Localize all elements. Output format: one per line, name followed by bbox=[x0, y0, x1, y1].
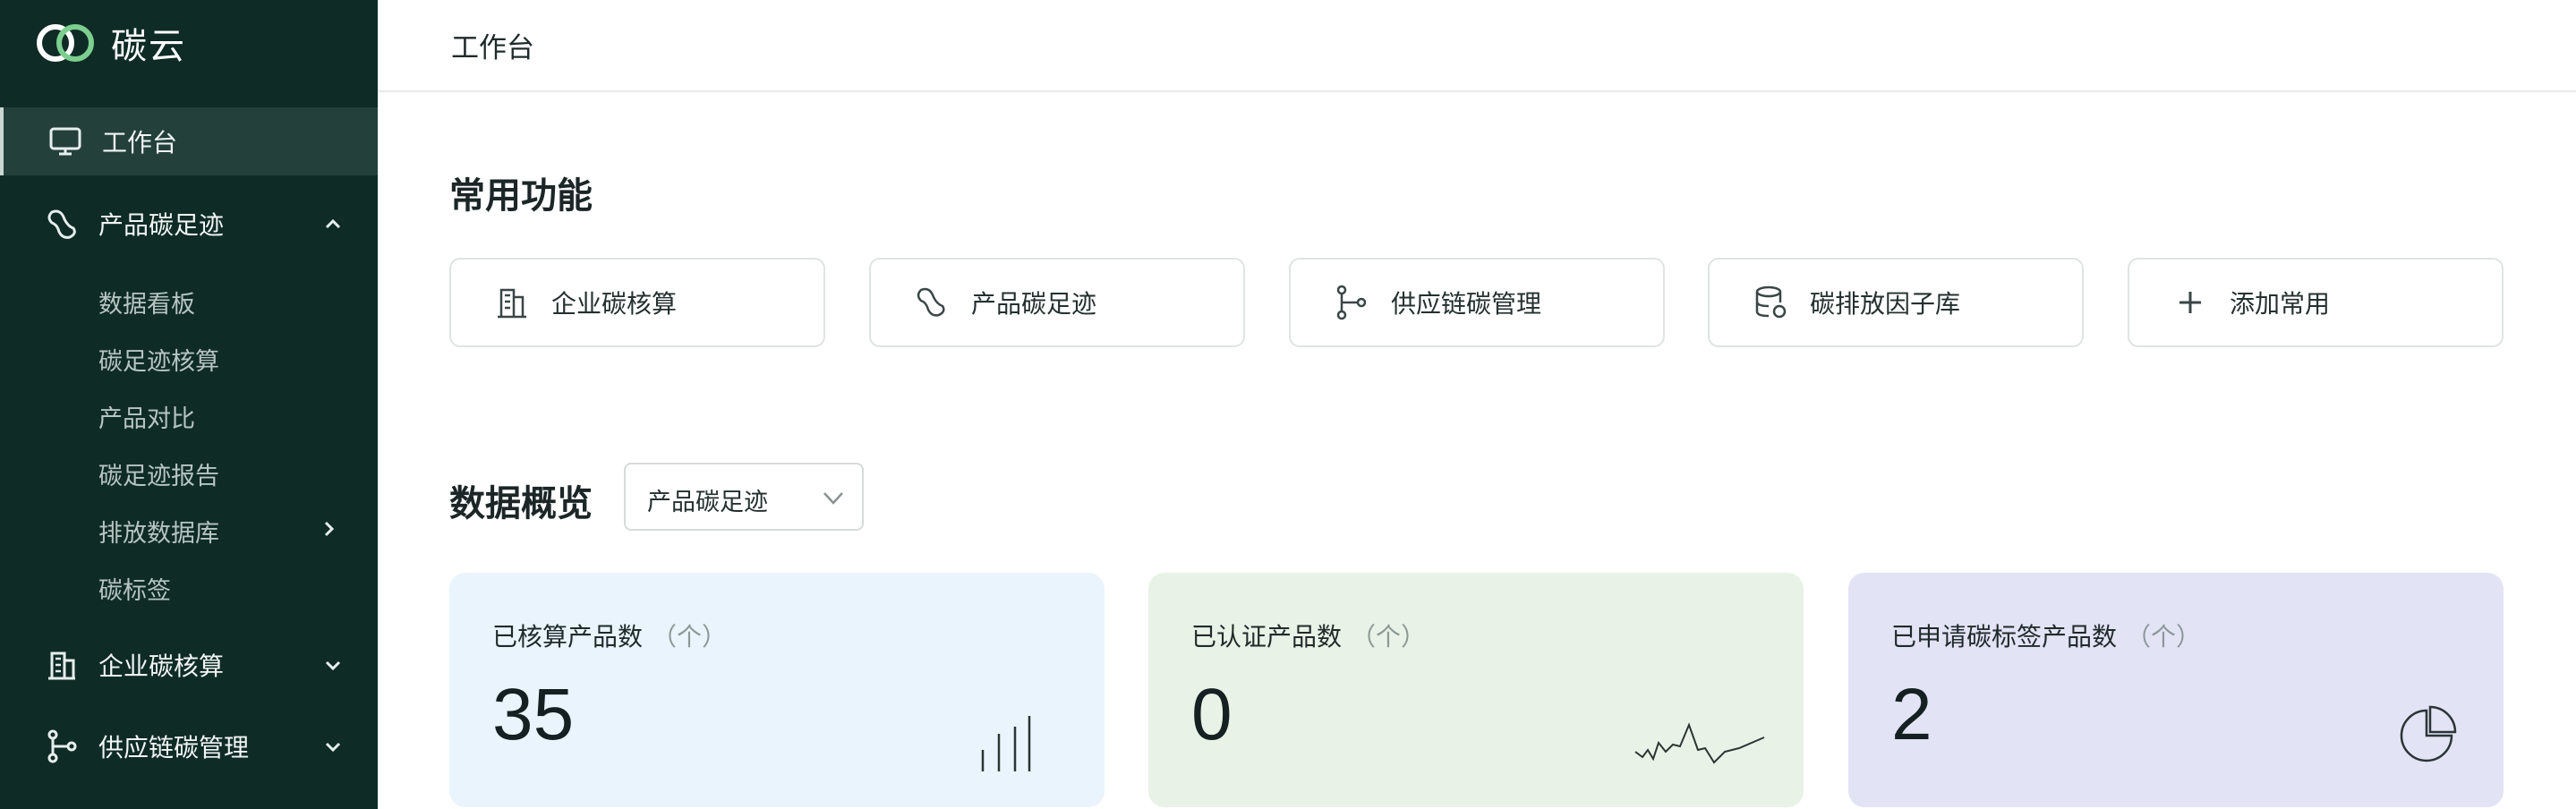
bar-chart-icon bbox=[981, 716, 1031, 771]
header: 工作台 bbox=[378, 0, 2576, 92]
sidebar-subitem-emission-database[interactable]: 排放数据库 bbox=[98, 514, 219, 549]
monitor-icon bbox=[47, 123, 84, 160]
stat-title-text: 已申请碳标签产品数 bbox=[1891, 623, 2118, 651]
footprint-icon bbox=[917, 287, 945, 317]
sidebar-item-label: 工作台 bbox=[102, 129, 178, 157]
database-icon bbox=[1755, 285, 1787, 319]
chevron-down-icon bbox=[325, 742, 341, 753]
sidebar-item-label: 供应链碳管理 bbox=[98, 734, 250, 762]
select-value: 产品碳足迹 bbox=[647, 489, 768, 515]
stat-card-certified[interactable]: 已认证产品数 （个） 0 bbox=[1148, 573, 1804, 807]
brand-name: 碳云 bbox=[111, 27, 186, 66]
sidebar-item-product-footprint[interactable]: 产品碳足迹 bbox=[0, 190, 378, 258]
quick-item-label: 企业碳核算 bbox=[551, 290, 678, 318]
stat-unit: （个） bbox=[652, 623, 728, 651]
footprint-icon bbox=[43, 205, 81, 243]
stat-value: 35 bbox=[492, 674, 575, 755]
brand[interactable]: 碳云 bbox=[34, 18, 186, 68]
quick-item-label: 供应链碳管理 bbox=[1391, 290, 1542, 318]
quick-product-footprint[interactable]: 产品碳足迹 bbox=[869, 258, 1245, 347]
stat-value: 0 bbox=[1191, 674, 1233, 755]
chevron-down-icon bbox=[823, 492, 843, 505]
building-icon bbox=[43, 646, 81, 684]
building-icon bbox=[498, 288, 526, 319]
stat-card-accounted[interactable]: 已核算产品数 （个） 35 bbox=[449, 573, 1105, 807]
quick-item-label: 产品碳足迹 bbox=[971, 290, 1097, 318]
branch-icon bbox=[43, 728, 81, 765]
sidebar-subitem-product-compare[interactable]: 产品对比 bbox=[98, 399, 195, 434]
sidebar-item-label: 产品碳足迹 bbox=[98, 211, 225, 239]
quick-enterprise-accounting[interactable]: 企业碳核算 bbox=[449, 258, 825, 347]
stat-title-text: 已认证产品数 bbox=[1191, 623, 1343, 651]
quick-access-title: 常用功能 bbox=[449, 176, 593, 216]
sidebar-subitem-footprint-accounting[interactable]: 碳足迹核算 bbox=[98, 342, 219, 377]
overview-type-select[interactable]: 产品碳足迹 bbox=[624, 463, 864, 531]
sidebar-item-supply-chain[interactable]: 供应链碳管理 bbox=[0, 712, 378, 780]
chevron-down-icon bbox=[325, 660, 341, 671]
overview-title: 数据概览 bbox=[449, 484, 593, 524]
stat-title-text: 已核算产品数 bbox=[492, 623, 644, 651]
page-title: 工作台 bbox=[451, 32, 534, 64]
sidebar-item-workbench[interactable]: 工作台 bbox=[0, 107, 378, 175]
branch-icon bbox=[1336, 285, 1367, 320]
quick-item-label: 添加常用 bbox=[2230, 290, 2331, 318]
sidebar-item-enterprise-accounting[interactable]: 企业碳核算 bbox=[0, 631, 378, 699]
stat-card-labeled[interactable]: 已申请碳标签产品数 （个） 2 bbox=[1848, 573, 2503, 807]
plus-icon bbox=[2179, 292, 2201, 313]
chevron-up-icon bbox=[325, 218, 341, 229]
quick-supply-chain[interactable]: 供应链碳管理 bbox=[1289, 258, 1665, 347]
sidebar: 碳云 工作台 产品碳足迹 数据看板 碳足迹核算 产品对比 碳足迹报告 排放数据库… bbox=[0, 0, 378, 809]
line-chart-icon bbox=[1634, 722, 1765, 764]
pie-chart-icon bbox=[2400, 705, 2457, 762]
stat-card-title: 已申请碳标签产品数 （个） bbox=[1891, 617, 2201, 653]
sidebar-item-label: 企业碳核算 bbox=[98, 652, 225, 680]
sidebar-subitem-footprint-report[interactable]: 碳足迹报告 bbox=[98, 456, 219, 491]
quick-emission-factor-db[interactable]: 碳排放因子库 bbox=[1708, 258, 2084, 347]
sidebar-subitem-carbon-label[interactable]: 碳标签 bbox=[98, 571, 171, 606]
quick-add-favorite[interactable]: 添加常用 bbox=[2128, 258, 2503, 347]
stat-card-title: 已核算产品数 （个） bbox=[492, 617, 727, 653]
stat-value: 2 bbox=[1891, 674, 1932, 755]
stat-card-title: 已认证产品数 （个） bbox=[1191, 617, 1426, 653]
stat-unit: （个） bbox=[2126, 623, 2202, 651]
logo-icon bbox=[37, 24, 94, 62]
chevron-right-icon bbox=[324, 521, 335, 537]
sidebar-subitem-dashboard[interactable]: 数据看板 bbox=[98, 285, 195, 319]
stat-unit: （个） bbox=[1351, 623, 1427, 651]
quick-item-label: 碳排放因子库 bbox=[1810, 290, 1961, 318]
